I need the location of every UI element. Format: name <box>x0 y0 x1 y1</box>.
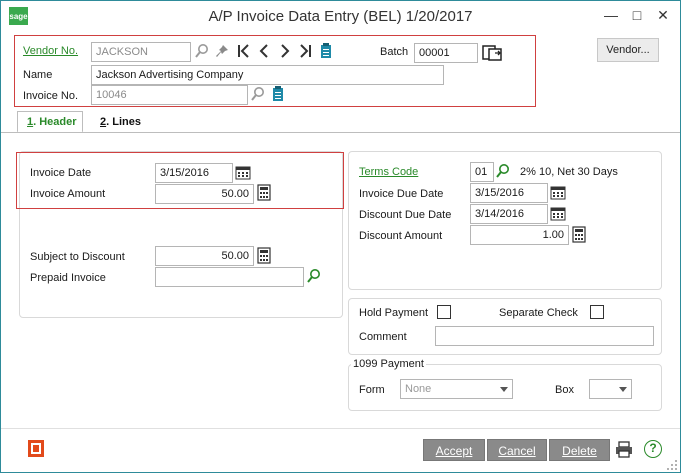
batch-window-icon[interactable] <box>482 44 504 62</box>
tab-lines-label: 2. Lines <box>100 116 141 128</box>
minimize-button[interactable]: — <box>601 7 621 23</box>
tab-header[interactable]: 1. Header <box>17 111 83 133</box>
invoice-due-date-label: Invoice Due Date <box>359 188 444 200</box>
tab-header-label: 1. Header <box>27 116 77 128</box>
cancel-button[interactable]: Cancel <box>487 439 547 461</box>
title-bar: sage A/P Invoice Data Entry (BEL) 1/20/2… <box>1 1 680 32</box>
invoice-no-label: Invoice No. <box>23 90 79 102</box>
resize-grip-icon[interactable] <box>666 459 678 471</box>
delete-button-label: Delete <box>562 444 597 458</box>
vendor-lookup-icon[interactable] <box>194 43 210 59</box>
invoice-date-field[interactable]: 3/15/2016 <box>155 163 233 183</box>
separate-check-checkbox[interactable] <box>590 305 604 319</box>
comment-field[interactable] <box>435 326 654 346</box>
box-select[interactable] <box>589 379 632 399</box>
first-record-icon[interactable] <box>235 43 251 59</box>
comment-label: Comment <box>359 331 407 343</box>
discount-amount-label: Discount Amount <box>359 230 443 242</box>
delete-button[interactable]: Delete <box>549 439 610 461</box>
terms-code-field[interactable]: 01 <box>470 162 494 182</box>
calendar-icon[interactable] <box>550 205 566 221</box>
form-select[interactable]: None <box>400 379 513 399</box>
maximize-button[interactable]: □ <box>627 7 647 23</box>
calendar-icon[interactable] <box>550 184 566 200</box>
1099-payment-label: 1099 Payment <box>351 358 426 370</box>
subject-discount-label: Subject to Discount <box>30 251 125 263</box>
printer-icon[interactable] <box>615 441 633 458</box>
box-label: Box <box>555 384 574 396</box>
window-title: A/P Invoice Data Entry (BEL) 1/20/2017 <box>208 8 473 25</box>
name-label: Name <box>23 69 53 81</box>
last-record-icon[interactable] <box>298 43 314 59</box>
tab-lines[interactable]: 2. Lines <box>91 111 151 133</box>
prepaid-invoice-label: Prepaid Invoice <box>30 272 106 284</box>
vendor-button[interactable]: Vendor... <box>597 38 659 62</box>
hold-payment-label: Hold Payment <box>359 307 429 319</box>
discount-amount-field[interactable]: 1.00 <box>470 225 569 245</box>
batch-field[interactable]: 00001 <box>414 43 478 63</box>
invoice-memo-icon[interactable] <box>271 86 285 102</box>
pin-icon[interactable] <box>214 43 230 59</box>
invoice-amount-label: Invoice Amount <box>30 188 106 200</box>
prepaid-lookup-icon[interactable] <box>306 268 322 284</box>
invoice-due-date-field[interactable]: 3/15/2016 <box>470 183 548 203</box>
chevron-down-icon <box>500 387 508 392</box>
invoice-entry-window: sage A/P Invoice Data Entry (BEL) 1/20/2… <box>0 0 681 473</box>
vendor-no-link[interactable]: Vendor No. <box>23 45 78 57</box>
next-record-icon[interactable] <box>277 43 293 59</box>
hold-payment-checkbox[interactable] <box>437 305 451 319</box>
terms-description: 2% 10, Net 30 Days <box>520 166 618 178</box>
terms-code-link[interactable]: Terms Code <box>359 166 418 178</box>
discount-due-date-field[interactable]: 3/14/2016 <box>470 204 548 224</box>
subject-discount-field[interactable]: 50.00 <box>155 246 254 266</box>
separate-check-label: Separate Check <box>499 307 578 319</box>
vendor-no-field[interactable]: JACKSON <box>91 42 191 62</box>
terms-lookup-icon[interactable] <box>495 163 511 179</box>
invoice-amount-field[interactable]: 50.00 <box>155 184 254 204</box>
discount-due-date-label: Discount Due Date <box>359 209 452 221</box>
invoice-lookup-icon[interactable] <box>250 86 266 102</box>
close-button[interactable]: ✕ <box>653 7 673 24</box>
prepaid-invoice-field[interactable] <box>155 267 304 287</box>
batch-label: Batch <box>380 46 409 58</box>
tab-divider <box>1 132 680 133</box>
calculator-icon[interactable] <box>257 184 271 201</box>
invoice-date-label: Invoice Date <box>30 167 92 179</box>
previous-record-icon[interactable] <box>256 43 272 59</box>
calculator-icon[interactable] <box>257 247 271 264</box>
office-icon[interactable] <box>28 440 44 457</box>
memo-icon[interactable] <box>319 43 333 59</box>
form-select-value: None <box>405 383 432 395</box>
accept-button-label: Accept <box>435 444 473 458</box>
cancel-button-label: Cancel <box>498 444 536 458</box>
footer-divider <box>1 428 680 429</box>
calendar-icon[interactable] <box>235 164 251 180</box>
help-icon[interactable]: ? <box>644 440 662 458</box>
invoice-no-field[interactable]: 10046 <box>91 85 248 105</box>
name-field[interactable]: Jackson Advertising Company <box>91 65 444 85</box>
form-label: Form <box>359 384 385 396</box>
accept-button[interactable]: Accept <box>423 439 485 461</box>
chevron-down-icon <box>619 387 627 392</box>
calculator-icon[interactable] <box>572 226 586 243</box>
